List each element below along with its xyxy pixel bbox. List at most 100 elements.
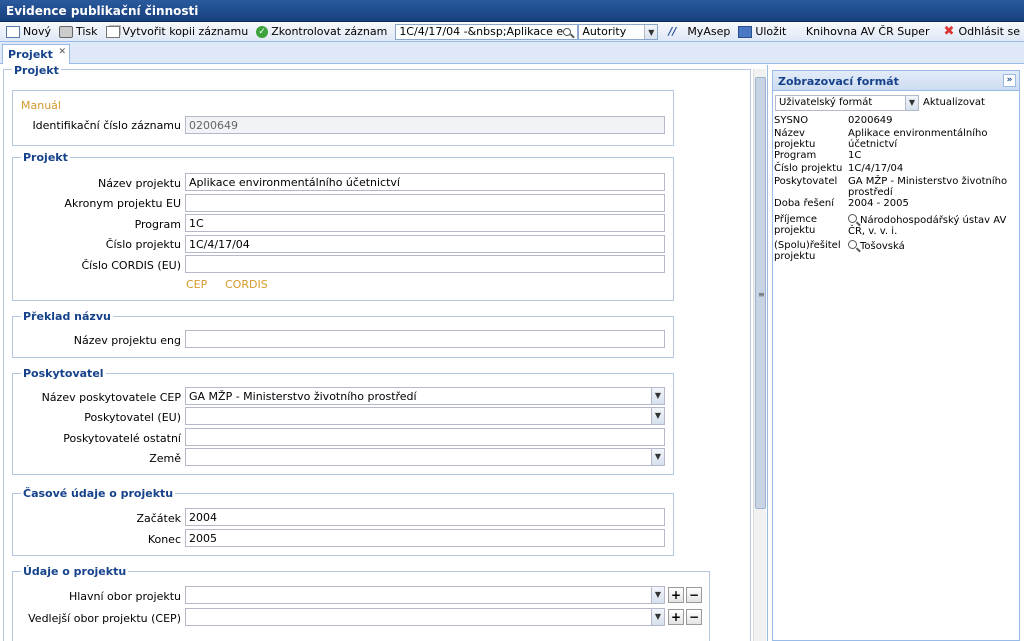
country-select[interactable]: ▼	[185, 448, 665, 466]
myasep-button[interactable]: // MyAsep	[664, 23, 734, 41]
secondary-field-select[interactable]: ▼	[185, 608, 665, 626]
summary-row: Doba řešení 2004 - 2005	[774, 198, 1018, 211]
scroll-thumb[interactable]: ≡	[755, 77, 766, 509]
translation-legend: Překlad názvu	[21, 310, 113, 323]
projekt-fieldset: Projekt Název projektu Aplikace environm…	[12, 151, 674, 301]
summary-key: Doba řešení	[774, 198, 834, 209]
new-button[interactable]: Nový	[2, 23, 55, 41]
form-panel: Projekt Manuál Identifikační číslo zázna…	[0, 65, 768, 641]
add-secondary-field-button[interactable]: +	[668, 609, 684, 625]
main-field-select[interactable]: ▼	[185, 586, 665, 604]
record-search-input[interactable]: 1C/4/17/04 -&nbsp;Aplikace enviro	[395, 23, 579, 40]
display-format-controls: Uživatelský formát ▼ Aktualizovat	[775, 93, 1019, 113]
project-data-fieldset: Údaje o projektu Hlavní obor projektu ▼ …	[12, 565, 710, 641]
chevron-down-icon[interactable]: ▼	[651, 408, 664, 424]
chevron-down-icon[interactable]: ▼	[644, 24, 658, 39]
project-number-field[interactable]: 1C/4/17/04	[185, 235, 665, 253]
chevron-down-icon[interactable]: ▼	[905, 96, 918, 110]
id-field[interactable]: 0200649	[185, 116, 665, 134]
provider-cep-select[interactable]: GA MŽP - Ministerstvo životního prostřed…	[185, 387, 665, 405]
cep-link[interactable]: CEP	[186, 278, 207, 291]
main-field-label: Hlavní obor projektu	[68, 590, 181, 603]
summary-value: 1C/4/17/04	[848, 163, 904, 174]
display-format-panel: Zobrazovací formát » Uživatelský formát …	[772, 70, 1020, 641]
program-label: Program	[134, 218, 181, 231]
summary-value: GA MŽP - Ministerstvo životního prostřed…	[848, 176, 1008, 198]
end-field[interactable]: 2005	[185, 529, 665, 547]
summary-key: Poskytovatel	[774, 176, 838, 187]
provider-other-field[interactable]	[185, 428, 665, 446]
provider-eu-select[interactable]: ▼	[185, 407, 665, 425]
cordis-link[interactable]: CORDIS	[225, 278, 268, 291]
provider-eu-label: Poskytovatel (EU)	[84, 411, 181, 424]
summary-key: (Spolu)řešitel projektu	[774, 240, 841, 262]
check-record-button[interactable]: ✓ Zkontrolovat záznam	[252, 23, 391, 41]
new-record-icon	[6, 25, 20, 38]
summary-row: (Spolu)řešitel projektu Tošovská	[774, 240, 1018, 262]
search-icon[interactable]	[848, 214, 857, 223]
summary-value: 0200649	[848, 115, 893, 126]
grip-icon: ≡	[758, 290, 765, 299]
summary-row: Číslo projektu 1C/4/17/04	[774, 163, 1018, 176]
project-name-eng-label: Název projektu eng	[73, 334, 181, 347]
summary-key: Název projektu	[774, 128, 816, 150]
summary-key: Číslo projektu	[774, 163, 843, 174]
app-title: Evidence publikační činnosti	[0, 0, 1024, 22]
summary-value: 2004 - 2005	[848, 198, 909, 209]
summary-key: Program	[774, 150, 817, 161]
display-format-header: Zobrazovací formát »	[773, 71, 1019, 91]
manual-link[interactable]: Manuál	[21, 99, 61, 112]
search-icon[interactable]	[563, 27, 572, 36]
search-icon[interactable]	[848, 240, 857, 249]
record-summary: SYSNO 0200649 Název projektu Aplikace envir…	[774, 115, 1018, 262]
authority-select[interactable]: Autority ▼	[578, 23, 659, 40]
chevron-down-icon[interactable]: ▼	[651, 587, 664, 603]
project-name-eng-field[interactable]	[185, 330, 665, 348]
refresh-button[interactable]: Aktualizovat	[923, 97, 985, 108]
identification-fieldset: Manuál Identifikační číslo záznamu 02006…	[12, 90, 674, 146]
provider-cep-label: Název poskytovatele CEP	[41, 391, 181, 404]
summary-value: 1C	[848, 150, 862, 161]
cordis-field[interactable]	[185, 255, 665, 273]
remove-secondary-field-button[interactable]: −	[686, 609, 702, 625]
summary-key: Příjemce projektu	[774, 214, 818, 236]
close-icon: ✖	[943, 23, 955, 39]
collapse-right-icon[interactable]: »	[1003, 74, 1016, 87]
form-scrollbar[interactable]: ≡	[753, 69, 766, 641]
translation-fieldset: Překlad názvu Název projektu eng	[12, 310, 674, 358]
summary-value: Tošovská	[848, 240, 1018, 252]
copy-record-button[interactable]: Vytvořit kopii záznamu	[102, 23, 253, 41]
summary-row: SYSNO 0200649	[774, 115, 1018, 128]
display-format-select[interactable]: Uživatelský formát ▼	[775, 95, 919, 111]
project-name-field[interactable]: Aplikace environmentálního účetnictví	[185, 173, 665, 191]
summary-row: Program 1C	[774, 150, 1018, 163]
copy-icon	[105, 25, 120, 38]
acronym-field[interactable]	[185, 194, 665, 212]
cordis-label: Číslo CORDIS (EU)	[81, 259, 181, 272]
add-main-field-button[interactable]: +	[668, 587, 684, 603]
remove-main-field-button[interactable]: −	[686, 587, 702, 603]
logout-button[interactable]: ✖ Odhlásit se	[939, 23, 1024, 41]
project-name-label: Název projektu	[98, 177, 181, 190]
start-field[interactable]: 2004	[185, 508, 665, 526]
floppy-disk-icon	[738, 25, 753, 38]
project-data-legend: Údaje o projektu	[21, 565, 129, 578]
tab-bar: Projekt ✕	[0, 42, 1024, 64]
program-field[interactable]: 1C	[185, 214, 665, 232]
id-label: Identifikační číslo záznamu	[32, 119, 181, 132]
checkmark-icon: ✓	[256, 25, 269, 38]
close-icon[interactable]: ✕	[58, 47, 66, 57]
chevron-down-icon[interactable]: ▼	[651, 609, 664, 625]
provider-other-label: Poskytovatelé ostatní	[63, 432, 181, 445]
print-button[interactable]: Tisk	[55, 23, 102, 41]
chevron-down-icon[interactable]: ▼	[651, 388, 664, 404]
summary-row: Poskytovatel GA MŽP - Ministerstvo životn…	[774, 176, 1018, 198]
tab-projekt[interactable]: Projekt ✕	[2, 44, 70, 64]
start-label: Začátek	[136, 512, 181, 525]
save-button[interactable]: Uložit	[734, 23, 790, 41]
end-label: Konec	[147, 533, 181, 546]
time-legend: Časové údaje o projektu	[21, 487, 176, 500]
summary-row: Příjemce projektu Národohospodářský ústav…	[774, 214, 1018, 237]
chevron-down-icon[interactable]: ▼	[651, 449, 664, 465]
secondary-field-label: Vedlejší obor projektu (CEP)	[28, 612, 181, 625]
